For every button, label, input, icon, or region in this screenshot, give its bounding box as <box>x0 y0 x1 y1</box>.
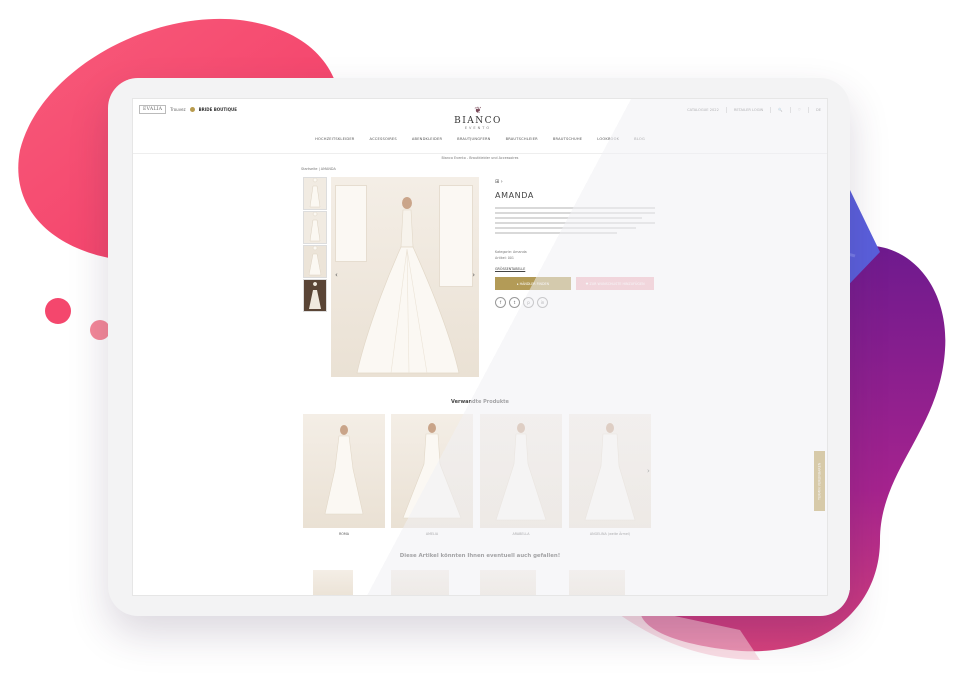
partner-logo[interactable]: EVALIA Trouvez BRIDE BOUTIQUE <box>139 105 237 114</box>
nav-item-shoes[interactable]: BRAUTSCHUHE <box>553 137 582 141</box>
product-icons[interactable]: ⊞ › <box>495 179 503 185</box>
wishlist-icon[interactable]: ♡ <box>798 108 801 112</box>
catalogue-link[interactable]: CATALOGUE 2022 <box>687 108 719 112</box>
nav-item-wedding-dresses[interactable]: HOCHZEITSKLEIDER <box>315 137 354 141</box>
gallery-thumbnail[interactable] <box>303 211 327 244</box>
related-product-name[interactable]: ANGELINA (weite Ärmel) <box>569 532 651 536</box>
brand-subtitle: EVENTO <box>464 126 492 130</box>
divider <box>770 107 772 113</box>
related-product-card[interactable] <box>391 414 473 528</box>
divider <box>789 107 791 113</box>
pinterest-icon[interactable]: p <box>523 297 534 308</box>
product-title: AMANDA <box>495 191 534 200</box>
suggested-product-card[interactable] <box>480 570 536 595</box>
gallery-thumbnail[interactable] <box>303 279 327 312</box>
related-product-name[interactable]: ARABELLA <box>480 532 562 536</box>
meta-article: Artikel: 001 <box>495 256 515 260</box>
dress-figure <box>356 197 460 374</box>
related-next-arrow[interactable]: › <box>647 467 650 475</box>
gallery-thumbnail[interactable] <box>303 245 327 278</box>
suggested-product-card[interactable] <box>569 570 625 595</box>
related-product-card[interactable] <box>303 414 385 528</box>
nav-item-evening-dresses[interactable]: ABENDKLEIDER <box>412 137 442 141</box>
nav-item-bridesmaids[interactable]: BRAUTJUNGFERN <box>457 137 490 141</box>
website-screen: EVALIA Trouvez BRIDE BOUTIQUE ❦ BIANCO E… <box>132 98 828 596</box>
appointment-tab[interactable]: TERMIN VEREINBAREN <box>814 451 825 511</box>
share-buttons: f t p in <box>495 297 548 308</box>
add-to-wishlist-button[interactable]: ♥ ZUR WUNSCHLISTE HINZUFÜGEN <box>576 277 654 290</box>
info-bar: Bianco Evento - Brautkleider und Accesso… <box>441 156 519 160</box>
pink-dot-small <box>90 320 110 340</box>
badge-icon <box>189 107 195 112</box>
partner-text: Trouvez <box>170 107 186 112</box>
retailer-login-link[interactable]: RETAILER LOGIN <box>734 108 763 112</box>
related-product-name[interactable]: ROMA <box>303 532 385 536</box>
utility-menu: CATALOGUE 2022 RETAILER LOGIN 🔍 ♡ DE <box>687 107 821 113</box>
site-header: EVALIA Trouvez BRIDE BOUTIQUE ❦ BIANCO E… <box>133 99 827 154</box>
brand-logo[interactable]: ❦ BIANCO EVENTO <box>433 106 523 131</box>
search-icon[interactable]: 🔍 <box>778 108 782 112</box>
main-nav: HOCHZEITSKLEIDER ACCESSOIRES ABENDKLEIDE… <box>133 137 827 141</box>
nav-item-veils[interactable]: BRAUTSCHLEIER <box>506 137 538 141</box>
related-product-card[interactable] <box>480 414 562 528</box>
gallery-thumbnail[interactable] <box>303 177 327 210</box>
product-meta: Kategorie: Amanda Artikel: 001 <box>495 249 527 261</box>
related-product-name[interactable]: AMELIA <box>391 532 473 536</box>
breadcrumb[interactable]: Startseite | AMANDA <box>301 167 336 171</box>
linkedin-icon[interactable]: in <box>537 297 548 308</box>
nav-item-blog[interactable]: BLOG <box>634 137 645 141</box>
nav-item-lookbook[interactable]: LOOKBOOK <box>597 137 619 141</box>
language-selector[interactable]: DE <box>816 108 821 112</box>
divider <box>807 107 809 113</box>
suggested-product-card[interactable] <box>391 570 449 595</box>
rose-icon: ❦ <box>474 106 482 116</box>
gallery-next-arrow[interactable]: › <box>472 271 475 279</box>
brand-name: BIANCO <box>454 116 502 126</box>
product-description <box>495 207 655 237</box>
twitter-icon[interactable]: t <box>509 297 520 308</box>
evalia-logo: EVALIA <box>139 105 167 114</box>
divider <box>725 107 727 113</box>
product-main-image[interactable]: ‹ › <box>331 177 479 377</box>
size-guide-link[interactable]: GRÖSSENTABELLE <box>495 267 525 271</box>
partner-badge: BRIDE BOUTIQUE <box>198 107 237 112</box>
suggestions-title: Diese Artikel könnten Ihnen eventuell au… <box>399 553 561 559</box>
gallery-prev-arrow[interactable]: ‹ <box>335 271 338 279</box>
related-products-title: Verwandte Produkte <box>451 399 509 405</box>
nav-item-accessories[interactable]: ACCESSOIRES <box>370 137 397 141</box>
suggested-product-card[interactable] <box>313 570 353 595</box>
related-product-card[interactable] <box>569 414 651 528</box>
find-retailer-button[interactable]: ▸ HÄNDLER FINDEN <box>495 277 571 290</box>
pink-dot <box>45 298 71 324</box>
facebook-icon[interactable]: f <box>495 297 506 308</box>
